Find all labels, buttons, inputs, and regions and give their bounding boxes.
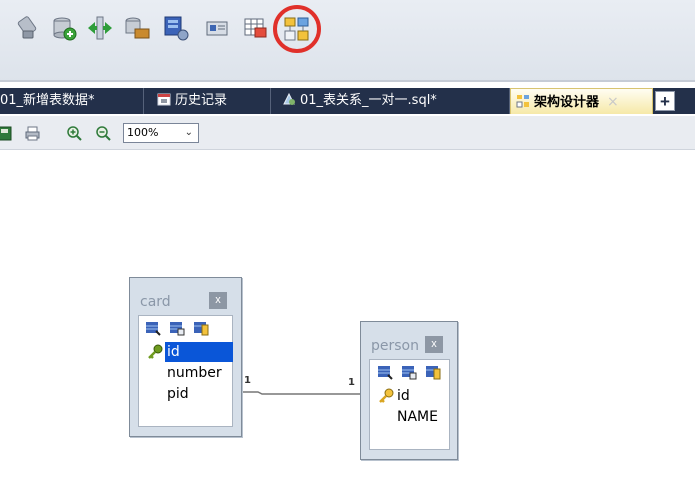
relationship-cardinality-from: 1 bbox=[244, 375, 251, 386]
primary-key-icon bbox=[148, 344, 163, 359]
table-close-button[interactable]: x bbox=[209, 292, 227, 309]
card-icon[interactable] bbox=[203, 14, 231, 42]
schema-designer-icon bbox=[516, 92, 530, 108]
document-tab-bar: 01_新增表数据* 历史记录 01_表关系_一对一.sql* 架构设计器 × + bbox=[0, 88, 695, 114]
designer-toolbar: 100% ⌄ bbox=[0, 116, 695, 150]
tab-label: 01_表关系_一对一.sql* bbox=[300, 93, 437, 108]
table-card[interactable]: card x id number pid bbox=[129, 277, 242, 437]
add-tab-button[interactable]: + bbox=[655, 91, 675, 111]
table-person[interactable]: person x id NAME bbox=[360, 321, 458, 460]
tab-history[interactable]: 历史记录 bbox=[145, 88, 271, 114]
field-number[interactable]: number bbox=[167, 363, 222, 383]
tab-schema-designer[interactable]: 架构设计器 × bbox=[510, 88, 653, 114]
calendar-icon bbox=[157, 90, 171, 106]
edit-column-icon[interactable] bbox=[169, 320, 185, 336]
schema-canvas[interactable]: 1 1 card x id number pid person x id NAM… bbox=[0, 151, 695, 484]
zoom-in-icon[interactable] bbox=[66, 125, 83, 142]
table-close-button[interactable]: x bbox=[425, 336, 443, 353]
database-add-icon[interactable] bbox=[50, 14, 78, 42]
tab-label: 架构设计器 bbox=[534, 95, 600, 110]
field-name[interactable]: NAME bbox=[397, 407, 438, 427]
field-pid[interactable]: pid bbox=[167, 384, 189, 404]
table-title: card bbox=[140, 294, 171, 310]
tool-icon[interactable] bbox=[14, 14, 42, 42]
primary-key-icon bbox=[379, 388, 394, 403]
zoom-value: 100% bbox=[127, 126, 159, 139]
field-id[interactable]: id bbox=[165, 342, 233, 362]
transfer-icon[interactable] bbox=[86, 14, 114, 42]
main-toolbar bbox=[0, 0, 695, 82]
tab-new-table-data[interactable]: 01_新增表数据* bbox=[0, 88, 144, 114]
tab-close-button[interactable]: × bbox=[607, 94, 619, 110]
table-body: id NAME bbox=[369, 359, 450, 450]
monitor-database-icon[interactable] bbox=[162, 14, 190, 42]
sql-icon bbox=[282, 90, 296, 105]
table-toolbar bbox=[145, 320, 217, 338]
grid-table-icon[interactable] bbox=[241, 14, 269, 42]
highlight-circle bbox=[273, 5, 321, 53]
table-toolbar bbox=[377, 364, 449, 382]
tab-label: 历史记录 bbox=[175, 93, 228, 108]
toolbar-divider bbox=[0, 80, 695, 82]
field-id[interactable]: id bbox=[397, 386, 410, 406]
database-export-icon[interactable] bbox=[123, 14, 151, 42]
key-column-icon[interactable] bbox=[425, 364, 441, 380]
add-column-icon[interactable] bbox=[145, 320, 161, 336]
relationship-line[interactable] bbox=[240, 375, 364, 395]
relationship-cardinality-to: 1 bbox=[348, 377, 355, 388]
table-body: id number pid bbox=[138, 315, 233, 427]
key-column-icon[interactable] bbox=[193, 320, 209, 336]
save-icon[interactable] bbox=[0, 125, 13, 142]
zoom-select[interactable]: 100% ⌄ bbox=[123, 123, 199, 143]
tab-sql-file[interactable]: 01_表关系_一对一.sql* bbox=[272, 88, 510, 114]
tab-label: 01_新增表数据* bbox=[0, 93, 95, 108]
table-title: person bbox=[371, 338, 419, 354]
add-column-icon[interactable] bbox=[377, 364, 393, 380]
print-icon[interactable] bbox=[24, 125, 41, 142]
zoom-out-icon[interactable] bbox=[95, 125, 112, 142]
chevron-down-icon: ⌄ bbox=[184, 127, 193, 138]
edit-column-icon[interactable] bbox=[401, 364, 417, 380]
